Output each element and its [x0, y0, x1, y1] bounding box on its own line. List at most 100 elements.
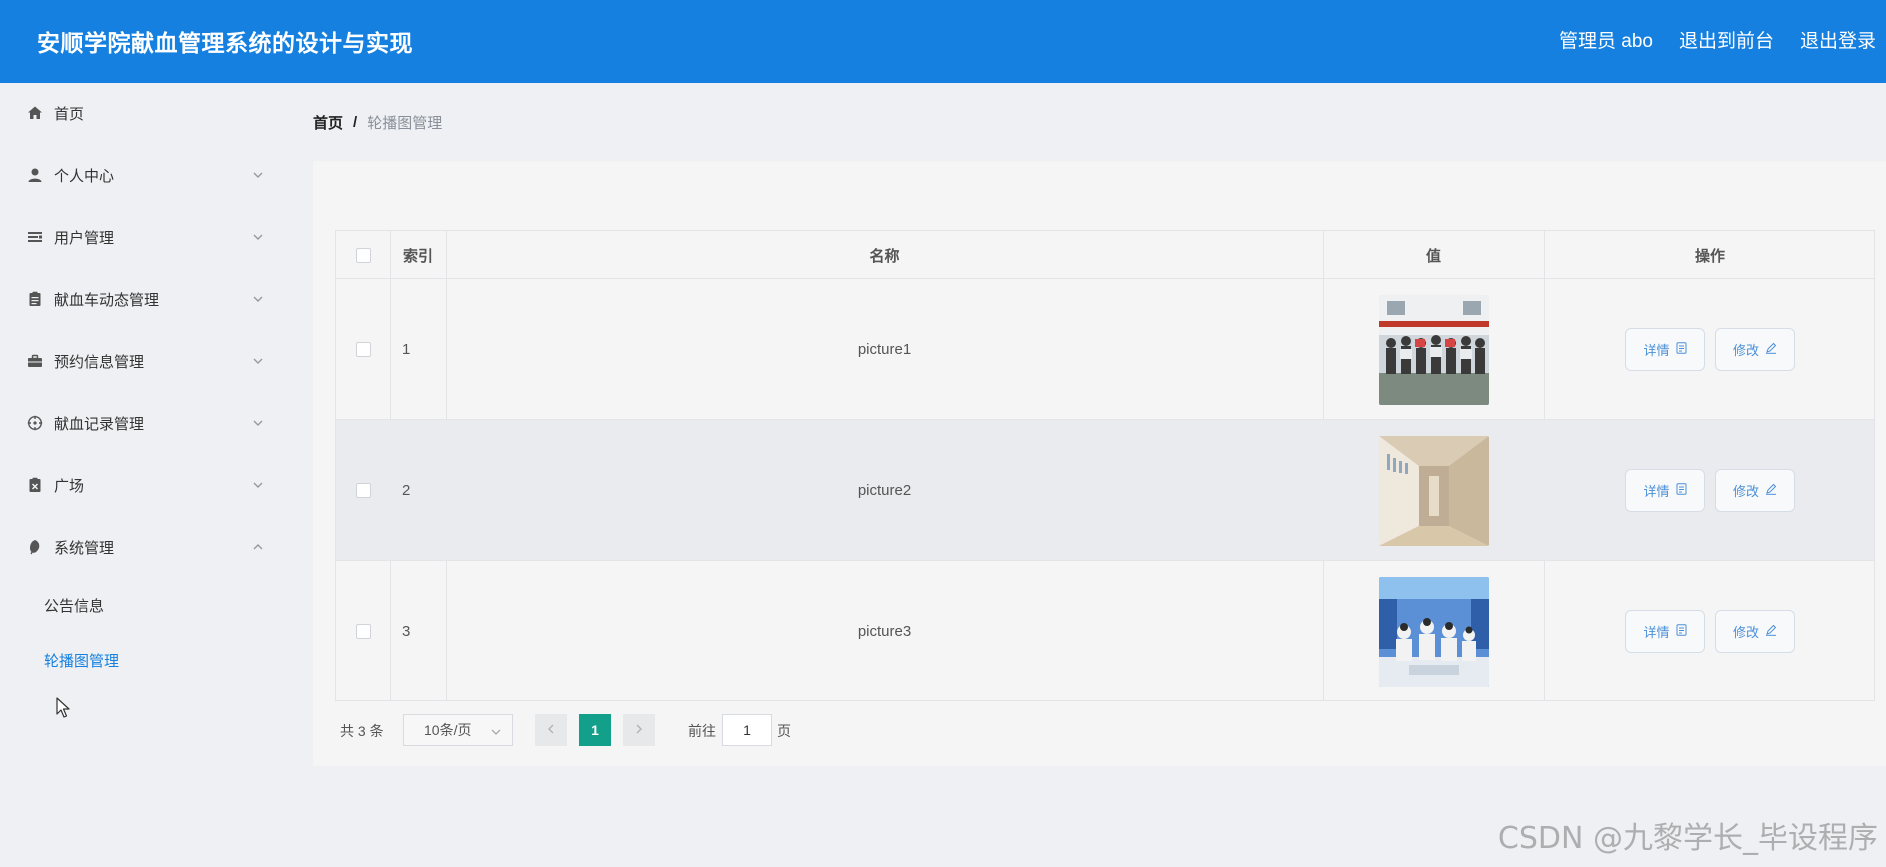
table-row: 2 picture2 详情 修改 [336, 420, 1874, 561]
home-icon [26, 104, 44, 122]
sidebar-item-label: 首页 [54, 105, 85, 123]
sidebar-item-label: 系统管理 [54, 539, 115, 557]
detail-button-label: 详情 [1643, 343, 1670, 358]
logout-link[interactable]: 退出登录 [1800, 26, 1876, 53]
row-select-cell [336, 420, 390, 561]
briefcase-icon [26, 352, 44, 370]
sidebar: 首页 个人中心 用户管理 献血车动态管理 预约信息管理 献血记录管理 广场 系统… [0, 83, 290, 867]
chevron-left-icon [546, 722, 556, 738]
row-actions: 详情 修改 [1544, 279, 1876, 420]
mouse-cursor-icon [56, 697, 72, 724]
chevron-down-icon [252, 479, 264, 491]
carousel-thumbnail[interactable] [1378, 294, 1489, 405]
row-index: 2 [402, 482, 411, 499]
admin-user-link[interactable]: 管理员 abo [1559, 26, 1653, 53]
chevron-down-icon [252, 355, 264, 367]
edit-button[interactable]: 修改 [1715, 469, 1795, 512]
detail-button[interactable]: 详情 [1625, 328, 1705, 371]
row-value-cell [1323, 420, 1544, 561]
edit-button[interactable]: 修改 [1715, 610, 1795, 653]
watermark: CSDN @九黎学长_毕设程序 [1497, 821, 1878, 856]
chevron-down-icon [252, 417, 264, 429]
row-name: picture3 [857, 623, 912, 640]
row-value-cell [1323, 561, 1544, 702]
page-unit-label: 页 [777, 723, 791, 739]
page-size-value: 10条/页 [424, 722, 472, 738]
detail-button-label: 详情 [1643, 484, 1670, 499]
sidebar-item-appointment[interactable]: 预约信息管理 [0, 341, 280, 381]
edit-button[interactable]: 修改 [1715, 328, 1795, 371]
select-all-checkbox[interactable] [355, 247, 371, 263]
breadcrumb-home[interactable]: 首页 [313, 112, 343, 133]
sidebar-item-system-management[interactable]: 系统管理 [0, 527, 280, 567]
row-name: picture1 [857, 341, 912, 358]
next-page-button[interactable] [623, 714, 655, 746]
pencil-icon [1765, 624, 1777, 639]
top-header: 安顺学院献血管理系统的设计与实现 管理员 abo 退出到前台 退出登录 [0, 0, 1886, 83]
chevron-down-icon [252, 293, 264, 305]
row-index: 1 [402, 341, 411, 358]
row-index: 3 [402, 623, 411, 640]
chevron-up-icon [252, 541, 264, 553]
row-select-cell [336, 279, 390, 420]
row-checkbox[interactable] [355, 624, 371, 639]
header-name: 名称 [869, 247, 900, 265]
document-icon [1676, 342, 1687, 357]
breadcrumb: 首页 / 轮播图管理 [313, 112, 442, 133]
sidebar-item-home[interactable]: 首页 [0, 93, 280, 133]
prev-page-button[interactable] [535, 714, 567, 746]
edit-button-label: 修改 [1732, 343, 1759, 358]
row-select-cell [336, 561, 390, 702]
carousel-thumbnail[interactable] [1378, 435, 1489, 546]
page-number-current[interactable]: 1 [579, 714, 611, 746]
sidebar-item-label: 用户管理 [54, 229, 115, 247]
list-icon [26, 228, 44, 246]
total-count: 共 3 条 [340, 723, 384, 739]
chevron-down-icon [252, 169, 264, 181]
clipboard-x-icon [26, 476, 44, 494]
sidebar-subitem-carousel[interactable]: 轮播图管理 [44, 650, 119, 671]
row-value-cell [1323, 279, 1544, 420]
user-icon [26, 166, 44, 184]
table-row: 3 picture3 详情 修改 [336, 561, 1874, 702]
app-title: 安顺学院献血管理系统的设计与实现 [37, 30, 413, 56]
breadcrumb-current: 轮播图管理 [367, 115, 443, 132]
sidebar-subitem-announcements[interactable]: 公告信息 [44, 595, 104, 616]
pencil-icon [1765, 483, 1777, 498]
sidebar-item-personal-center[interactable]: 个人中心 [0, 155, 280, 195]
chevron-down-icon [490, 725, 502, 741]
table-header: 索引 名称 值 操作 [336, 231, 1874, 279]
sidebar-item-square[interactable]: 广场 [0, 465, 280, 505]
document-icon [1676, 483, 1687, 498]
chevron-down-icon [252, 231, 264, 243]
breadcrumb-separator: / [353, 114, 358, 131]
detail-button[interactable]: 详情 [1625, 610, 1705, 653]
page-size-select[interactable]: 10条/页 [403, 714, 513, 746]
detail-button[interactable]: 详情 [1625, 469, 1705, 512]
row-actions: 详情 修改 [1544, 561, 1876, 702]
row-actions: 详情 修改 [1544, 420, 1876, 561]
row-checkbox[interactable] [355, 342, 371, 357]
pencil-icon [1765, 342, 1777, 357]
header-value: 值 [1425, 247, 1441, 265]
carousel-table: 索引 名称 值 操作 1 picture1 详情 修改 2 picture2 详… [335, 230, 1875, 701]
sidebar-item-user-management[interactable]: 用户管理 [0, 217, 280, 257]
leaf-icon [26, 538, 44, 556]
exit-to-frontend-link[interactable]: 退出到前台 [1679, 26, 1774, 53]
row-name: picture2 [857, 482, 912, 499]
sidebar-item-donation-records[interactable]: 献血记录管理 [0, 403, 280, 443]
row-checkbox[interactable] [355, 483, 371, 498]
sidebar-item-label: 献血记录管理 [54, 415, 145, 433]
edit-button-label: 修改 [1732, 625, 1759, 640]
header-index: 索引 [402, 247, 433, 265]
sidebar-item-label: 个人中心 [54, 167, 115, 185]
sidebar-item-donation-bus[interactable]: 献血车动态管理 [0, 279, 280, 319]
header-actions: 操作 [1694, 247, 1725, 265]
sidebar-item-label: 献血车动态管理 [54, 291, 160, 309]
chevron-right-icon [634, 722, 644, 738]
goto-label: 前往 [688, 723, 716, 739]
header-links: 管理员 abo 退出到前台 退出登录 [1559, 26, 1876, 53]
goto-page-input[interactable] [722, 714, 772, 746]
clipboard-icon [26, 290, 44, 308]
carousel-thumbnail[interactable] [1378, 576, 1489, 687]
